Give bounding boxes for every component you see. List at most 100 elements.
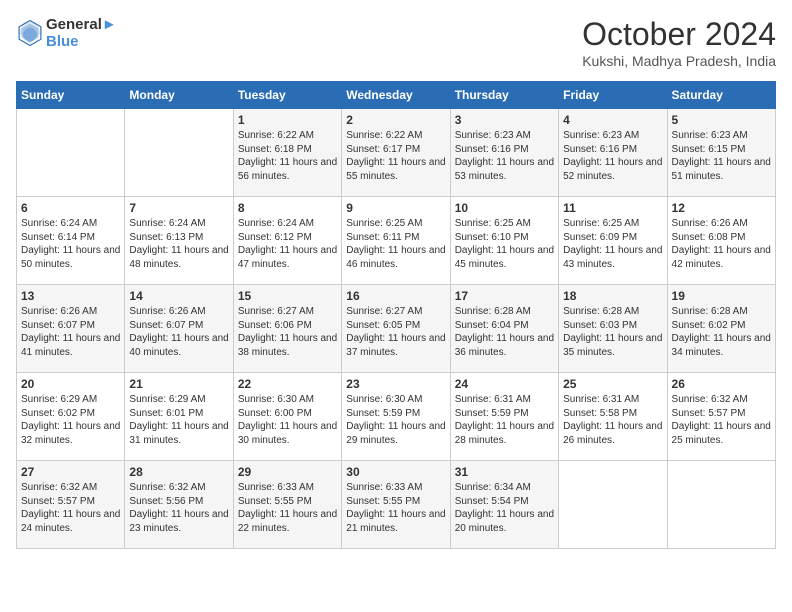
cell-info: Sunrise: 6:26 AMSunset: 6:07 PMDaylight:… [129, 305, 228, 359]
cell-info: Sunrise: 6:22 AMSunset: 6:17 PMDaylight:… [346, 129, 445, 183]
calendar-cell: 27Sunrise: 6:32 AMSunset: 5:57 PMDayligh… [17, 461, 125, 549]
calendar-week-row: 6 Sunrise: 6:24 AMSunset: 6:14 PMDaylight… [17, 197, 776, 285]
cell-info: Sunrise: 6:22 AMSunset: 6:18 PMDaylight:… [238, 129, 337, 183]
day-number: 17 [455, 289, 554, 303]
day-header-wednesday: Wednesday [342, 82, 450, 109]
calendar-cell: 13Sunrise: 6:26 AMSunset: 6:07 PMDayligh… [17, 285, 125, 373]
calendar-cell: 30Sunrise: 6:33 AMSunset: 5:55 PMDayligh… [342, 461, 450, 549]
day-number: 19 [672, 289, 771, 303]
day-number: 1 [238, 113, 337, 127]
calendar-week-row: 1 Sunrise: 6:22 AMSunset: 6:18 PMDaylight… [17, 109, 776, 197]
day-number: 4 [563, 113, 662, 127]
day-number: 16 [346, 289, 445, 303]
day-number: 25 [563, 377, 662, 391]
calendar-cell: 7 Sunrise: 6:24 AMSunset: 6:13 PMDaylight… [125, 197, 233, 285]
day-number: 11 [563, 201, 662, 215]
page-header: General► Blue October 2024 Kukshi, Madhy… [16, 16, 776, 69]
calendar-cell: 31 Sunrise: 6:34 AMSunset: 5:54 PMDayligh… [450, 461, 558, 549]
day-number: 13 [21, 289, 120, 303]
day-number: 3 [455, 113, 554, 127]
day-number: 28 [129, 465, 228, 479]
day-header-thursday: Thursday [450, 82, 558, 109]
calendar-cell: 15 Sunrise: 6:27 AMSunset: 6:06 PMDayligh… [233, 285, 341, 373]
cell-info: Sunrise: 6:23 AMSunset: 6:15 PMDaylight:… [672, 129, 771, 183]
title-block: October 2024 Kukshi, Madhya Pradesh, Ind… [582, 16, 776, 69]
calendar-cell: 24Sunrise: 6:31 AMSunset: 5:59 PMDayligh… [450, 373, 558, 461]
calendar-cell [125, 109, 233, 197]
day-number: 27 [21, 465, 120, 479]
cell-info: Sunrise: 6:23 AMSunset: 6:16 PMDaylight:… [563, 129, 662, 183]
cell-info: Sunrise: 6:29 AMSunset: 6:02 PMDaylight:… [21, 393, 120, 447]
calendar-cell: 1 Sunrise: 6:22 AMSunset: 6:18 PMDaylight… [233, 109, 341, 197]
calendar-week-row: 27Sunrise: 6:32 AMSunset: 5:57 PMDayligh… [17, 461, 776, 549]
day-number: 29 [238, 465, 337, 479]
day-header-tuesday: Tuesday [233, 82, 341, 109]
cell-info: Sunrise: 6:25 AMSunset: 6:09 PMDaylight:… [563, 217, 662, 271]
calendar-week-row: 20 Sunrise: 6:29 AMSunset: 6:02 PMDayligh… [17, 373, 776, 461]
calendar-cell [667, 461, 775, 549]
day-number: 22 [238, 377, 337, 391]
calendar-cell: 19 Sunrise: 6:28 AMSunset: 6:02 PMDayligh… [667, 285, 775, 373]
calendar-cell: 4 Sunrise: 6:23 AMSunset: 6:16 PMDaylight… [559, 109, 667, 197]
day-number: 21 [129, 377, 228, 391]
calendar-cell: 11 Sunrise: 6:25 AMSunset: 6:09 PMDayligh… [559, 197, 667, 285]
day-number: 31 [455, 465, 554, 479]
day-number: 23 [346, 377, 445, 391]
cell-info: Sunrise: 6:33 AMSunset: 5:55 PMDaylight:… [238, 481, 337, 535]
calendar-table: SundayMondayTuesdayWednesdayThursdayFrid… [16, 81, 776, 549]
calendar-cell: 25Sunrise: 6:31 AMSunset: 5:58 PMDayligh… [559, 373, 667, 461]
cell-info: Sunrise: 6:30 AMSunset: 6:00 PMDaylight:… [238, 393, 337, 447]
calendar-cell: 2Sunrise: 6:22 AMSunset: 6:17 PMDaylight… [342, 109, 450, 197]
cell-info: Sunrise: 6:24 AMSunset: 6:13 PMDaylight:… [129, 217, 228, 271]
cell-info: Sunrise: 6:28 AMSunset: 6:02 PMDaylight:… [672, 305, 771, 359]
cell-info: Sunrise: 6:29 AMSunset: 6:01 PMDaylight:… [129, 393, 228, 447]
calendar-cell: 23Sunrise: 6:30 AMSunset: 5:59 PMDayligh… [342, 373, 450, 461]
calendar-cell: 17 Sunrise: 6:28 AMSunset: 6:04 PMDayligh… [450, 285, 558, 373]
day-number: 7 [129, 201, 228, 215]
cell-info: Sunrise: 6:28 AMSunset: 6:04 PMDaylight:… [455, 305, 554, 359]
cell-info: Sunrise: 6:27 AMSunset: 6:05 PMDaylight:… [346, 305, 445, 359]
cell-info: Sunrise: 6:32 AMSunset: 5:57 PMDaylight:… [672, 393, 771, 447]
calendar-cell [559, 461, 667, 549]
cell-info: Sunrise: 6:34 AMSunset: 5:54 PMDaylight:… [455, 481, 554, 535]
day-number: 20 [21, 377, 120, 391]
cell-info: Sunrise: 6:27 AMSunset: 6:06 PMDaylight:… [238, 305, 337, 359]
calendar-cell: 10 Sunrise: 6:25 AMSunset: 6:10 PMDayligh… [450, 197, 558, 285]
calendar-cell: 8 Sunrise: 6:24 AMSunset: 6:12 PMDaylight… [233, 197, 341, 285]
day-number: 12 [672, 201, 771, 215]
cell-info: Sunrise: 6:26 AMSunset: 6:08 PMDaylight:… [672, 217, 771, 271]
day-number: 10 [455, 201, 554, 215]
cell-info: Sunrise: 6:24 AMSunset: 6:14 PMDaylight:… [21, 217, 120, 271]
calendar-cell: 29 Sunrise: 6:33 AMSunset: 5:55 PMDayligh… [233, 461, 341, 549]
calendar-cell: 6 Sunrise: 6:24 AMSunset: 6:14 PMDaylight… [17, 197, 125, 285]
calendar-cell: 28Sunrise: 6:32 AMSunset: 5:56 PMDayligh… [125, 461, 233, 549]
calendar-cell: 20 Sunrise: 6:29 AMSunset: 6:02 PMDayligh… [17, 373, 125, 461]
calendar-week-row: 13 Sunrise: 6:26 AMSunset: 6:07 PMDayligh… [17, 285, 776, 373]
calendar-cell: 3 Sunrise: 6:23 AMSunset: 6:16 PMDaylight… [450, 109, 558, 197]
cell-info: Sunrise: 6:25 AMSunset: 6:10 PMDaylight:… [455, 217, 554, 271]
cell-info: Sunrise: 6:23 AMSunset: 6:16 PMDaylight:… [455, 129, 554, 183]
location: Kukshi, Madhya Pradesh, India [582, 53, 776, 69]
calendar-cell: 22 Sunrise: 6:30 AMSunset: 6:00 PMDayligh… [233, 373, 341, 461]
logo-text: General► Blue [46, 16, 117, 50]
cell-info: Sunrise: 6:28 AMSunset: 6:03 PMDaylight:… [563, 305, 662, 359]
day-number: 26 [672, 377, 771, 391]
day-header-friday: Friday [559, 82, 667, 109]
cell-info: Sunrise: 6:24 AMSunset: 6:12 PMDaylight:… [238, 217, 337, 271]
calendar-cell: 16 Sunrise: 6:27 AMSunset: 6:05 PMDayligh… [342, 285, 450, 373]
day-number: 6 [21, 201, 120, 215]
day-number: 24 [455, 377, 554, 391]
day-number: 30 [346, 465, 445, 479]
day-number: 9 [346, 201, 445, 215]
day-number: 8 [238, 201, 337, 215]
logo-icon [16, 19, 44, 47]
logo: General► Blue [16, 16, 117, 50]
cell-info: Sunrise: 6:25 AMSunset: 6:11 PMDaylight:… [346, 217, 445, 271]
day-header-sunday: Sunday [17, 82, 125, 109]
calendar-cell: 5Sunrise: 6:23 AMSunset: 6:15 PMDaylight… [667, 109, 775, 197]
calendar-cell: 21 Sunrise: 6:29 AMSunset: 6:01 PMDayligh… [125, 373, 233, 461]
day-number: 15 [238, 289, 337, 303]
calendar-cell: 18Sunrise: 6:28 AMSunset: 6:03 PMDayligh… [559, 285, 667, 373]
day-header-monday: Monday [125, 82, 233, 109]
calendar-cell [17, 109, 125, 197]
